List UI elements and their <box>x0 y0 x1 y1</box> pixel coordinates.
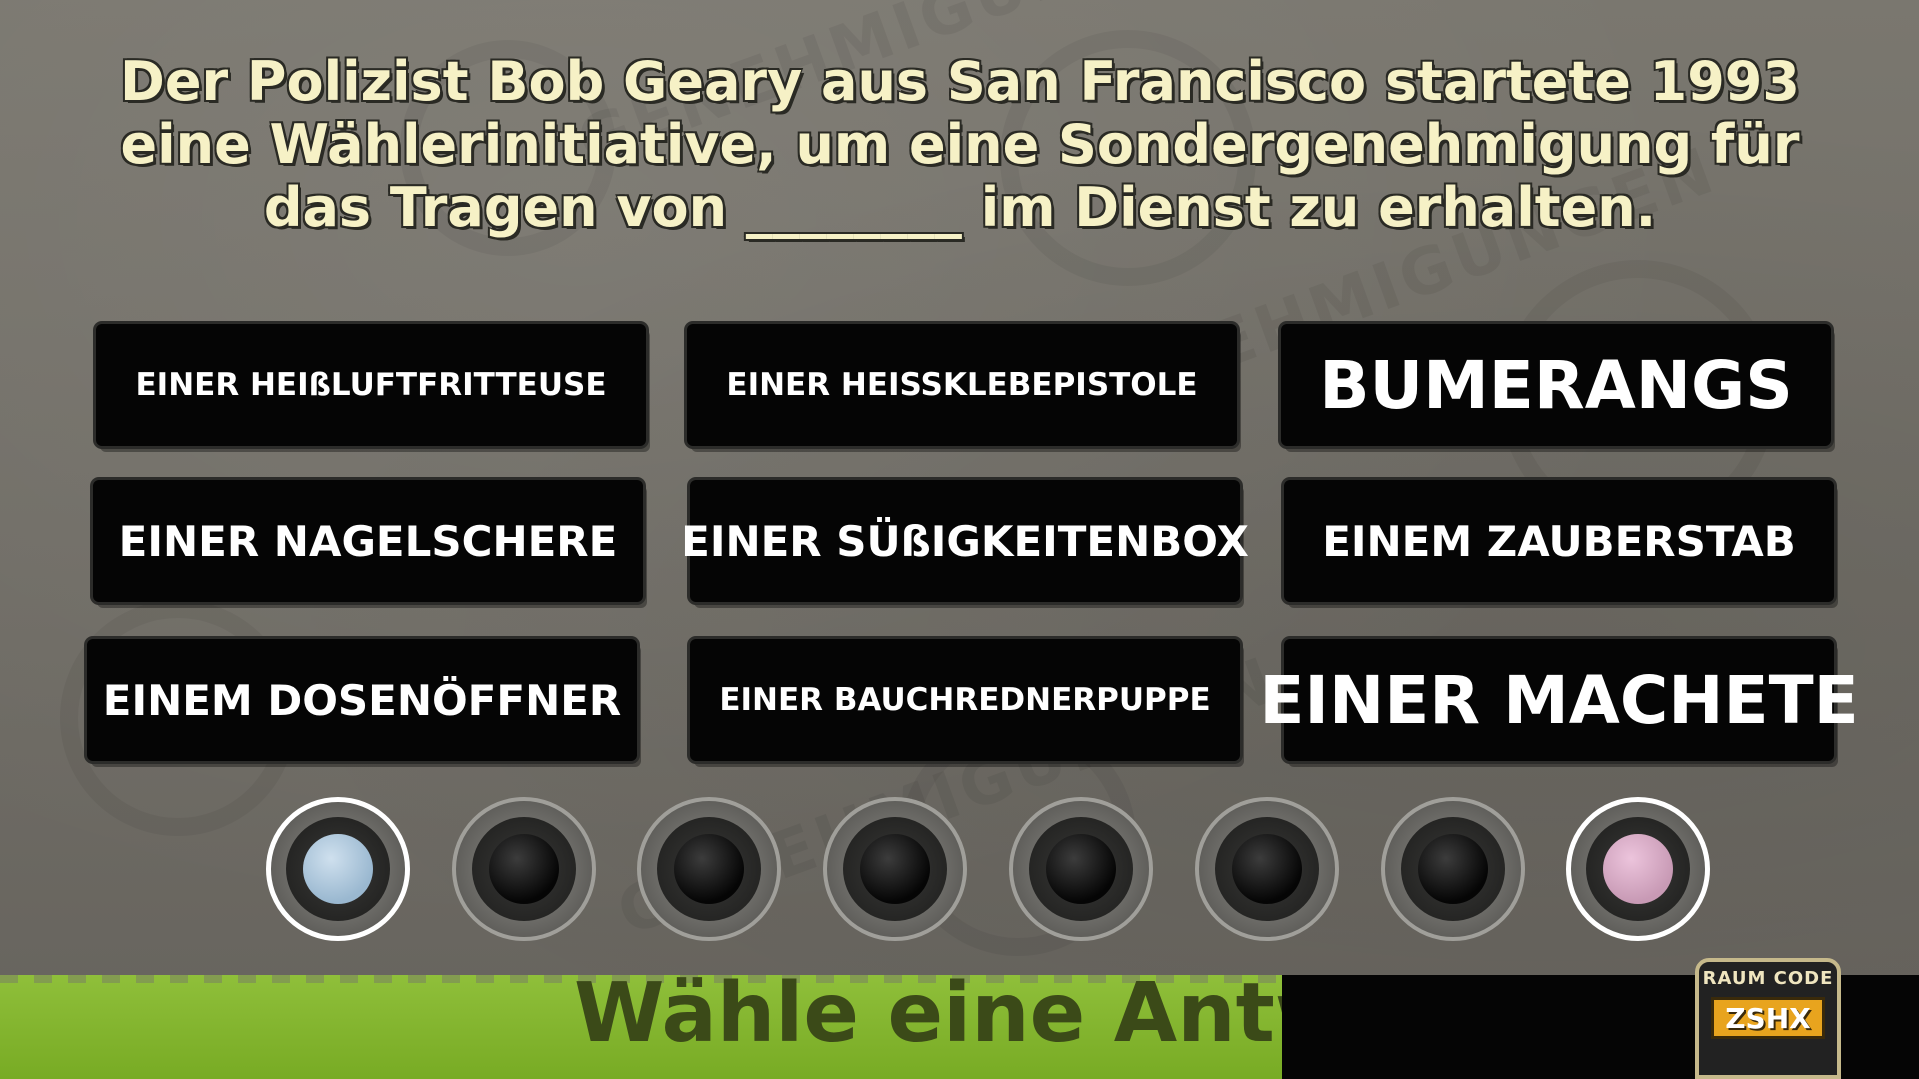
player-indicator-8 <box>1566 797 1710 941</box>
player-indicator-1 <box>266 797 410 941</box>
answer-button-9[interactable]: EINER MACHETE <box>1259 639 1859 761</box>
player-dot-empty <box>1046 834 1116 904</box>
player-dot-blue <box>303 834 373 904</box>
answer-button-4[interactable]: EINER NAGELSCHERE <box>93 480 643 602</box>
question-line: eine Wählerinitiative, um eine Sondergen… <box>120 113 1800 176</box>
player-ring <box>472 817 576 921</box>
answer-button-8[interactable]: EINER BAUCHREDNERPUPPE <box>690 639 1240 761</box>
question-text: Der Polizist Bob Geary aus San Francisco… <box>80 50 1840 239</box>
room-code-badge: RAUM CODE ZSHX <box>1695 958 1841 1079</box>
answer-button-6[interactable]: EINEM ZAUBERSTAB <box>1284 480 1834 602</box>
player-ring <box>1029 817 1133 921</box>
answer-button-2[interactable]: EINER HEISSKLEBEPISTOLE <box>687 324 1237 446</box>
player-ring <box>1401 817 1505 921</box>
room-code-value: ZSHX <box>1711 997 1825 1039</box>
player-dot-empty <box>674 834 744 904</box>
answer-button-1[interactable]: EINER HEIßLUFTFRITTEUSE <box>96 324 646 446</box>
player-indicator-3 <box>637 797 781 941</box>
player-ring <box>843 817 947 921</box>
answer-button-5[interactable]: EINER SÜßIGKEITENBOX <box>681 480 1249 602</box>
answer-button-3[interactable]: BUMERANGS <box>1281 324 1831 446</box>
player-ring <box>657 817 761 921</box>
player-ring <box>1586 817 1690 921</box>
player-dot-empty <box>1418 834 1488 904</box>
player-indicator-4 <box>823 797 967 941</box>
player-indicator-7 <box>1381 797 1525 941</box>
choose-answer-prompt: Wähle eine Antw <box>574 966 1351 1061</box>
player-ring <box>286 817 390 921</box>
player-dot-empty <box>860 834 930 904</box>
player-indicator-5 <box>1009 797 1153 941</box>
player-dot-pink <box>1603 834 1673 904</box>
player-indicator-6 <box>1195 797 1339 941</box>
player-indicator-2 <box>452 797 596 941</box>
player-dot-empty <box>489 834 559 904</box>
question-line: Der Polizist Bob Geary aus San Francisco… <box>120 50 1800 113</box>
question-line: das Tragen von ________ im Dienst zu erh… <box>263 176 1657 239</box>
player-dot-empty <box>1232 834 1302 904</box>
room-code-label: RAUM CODE <box>1702 968 1834 989</box>
answer-button-7[interactable]: EINEM DOSENÖFFNER <box>87 639 637 761</box>
player-ring <box>1215 817 1319 921</box>
